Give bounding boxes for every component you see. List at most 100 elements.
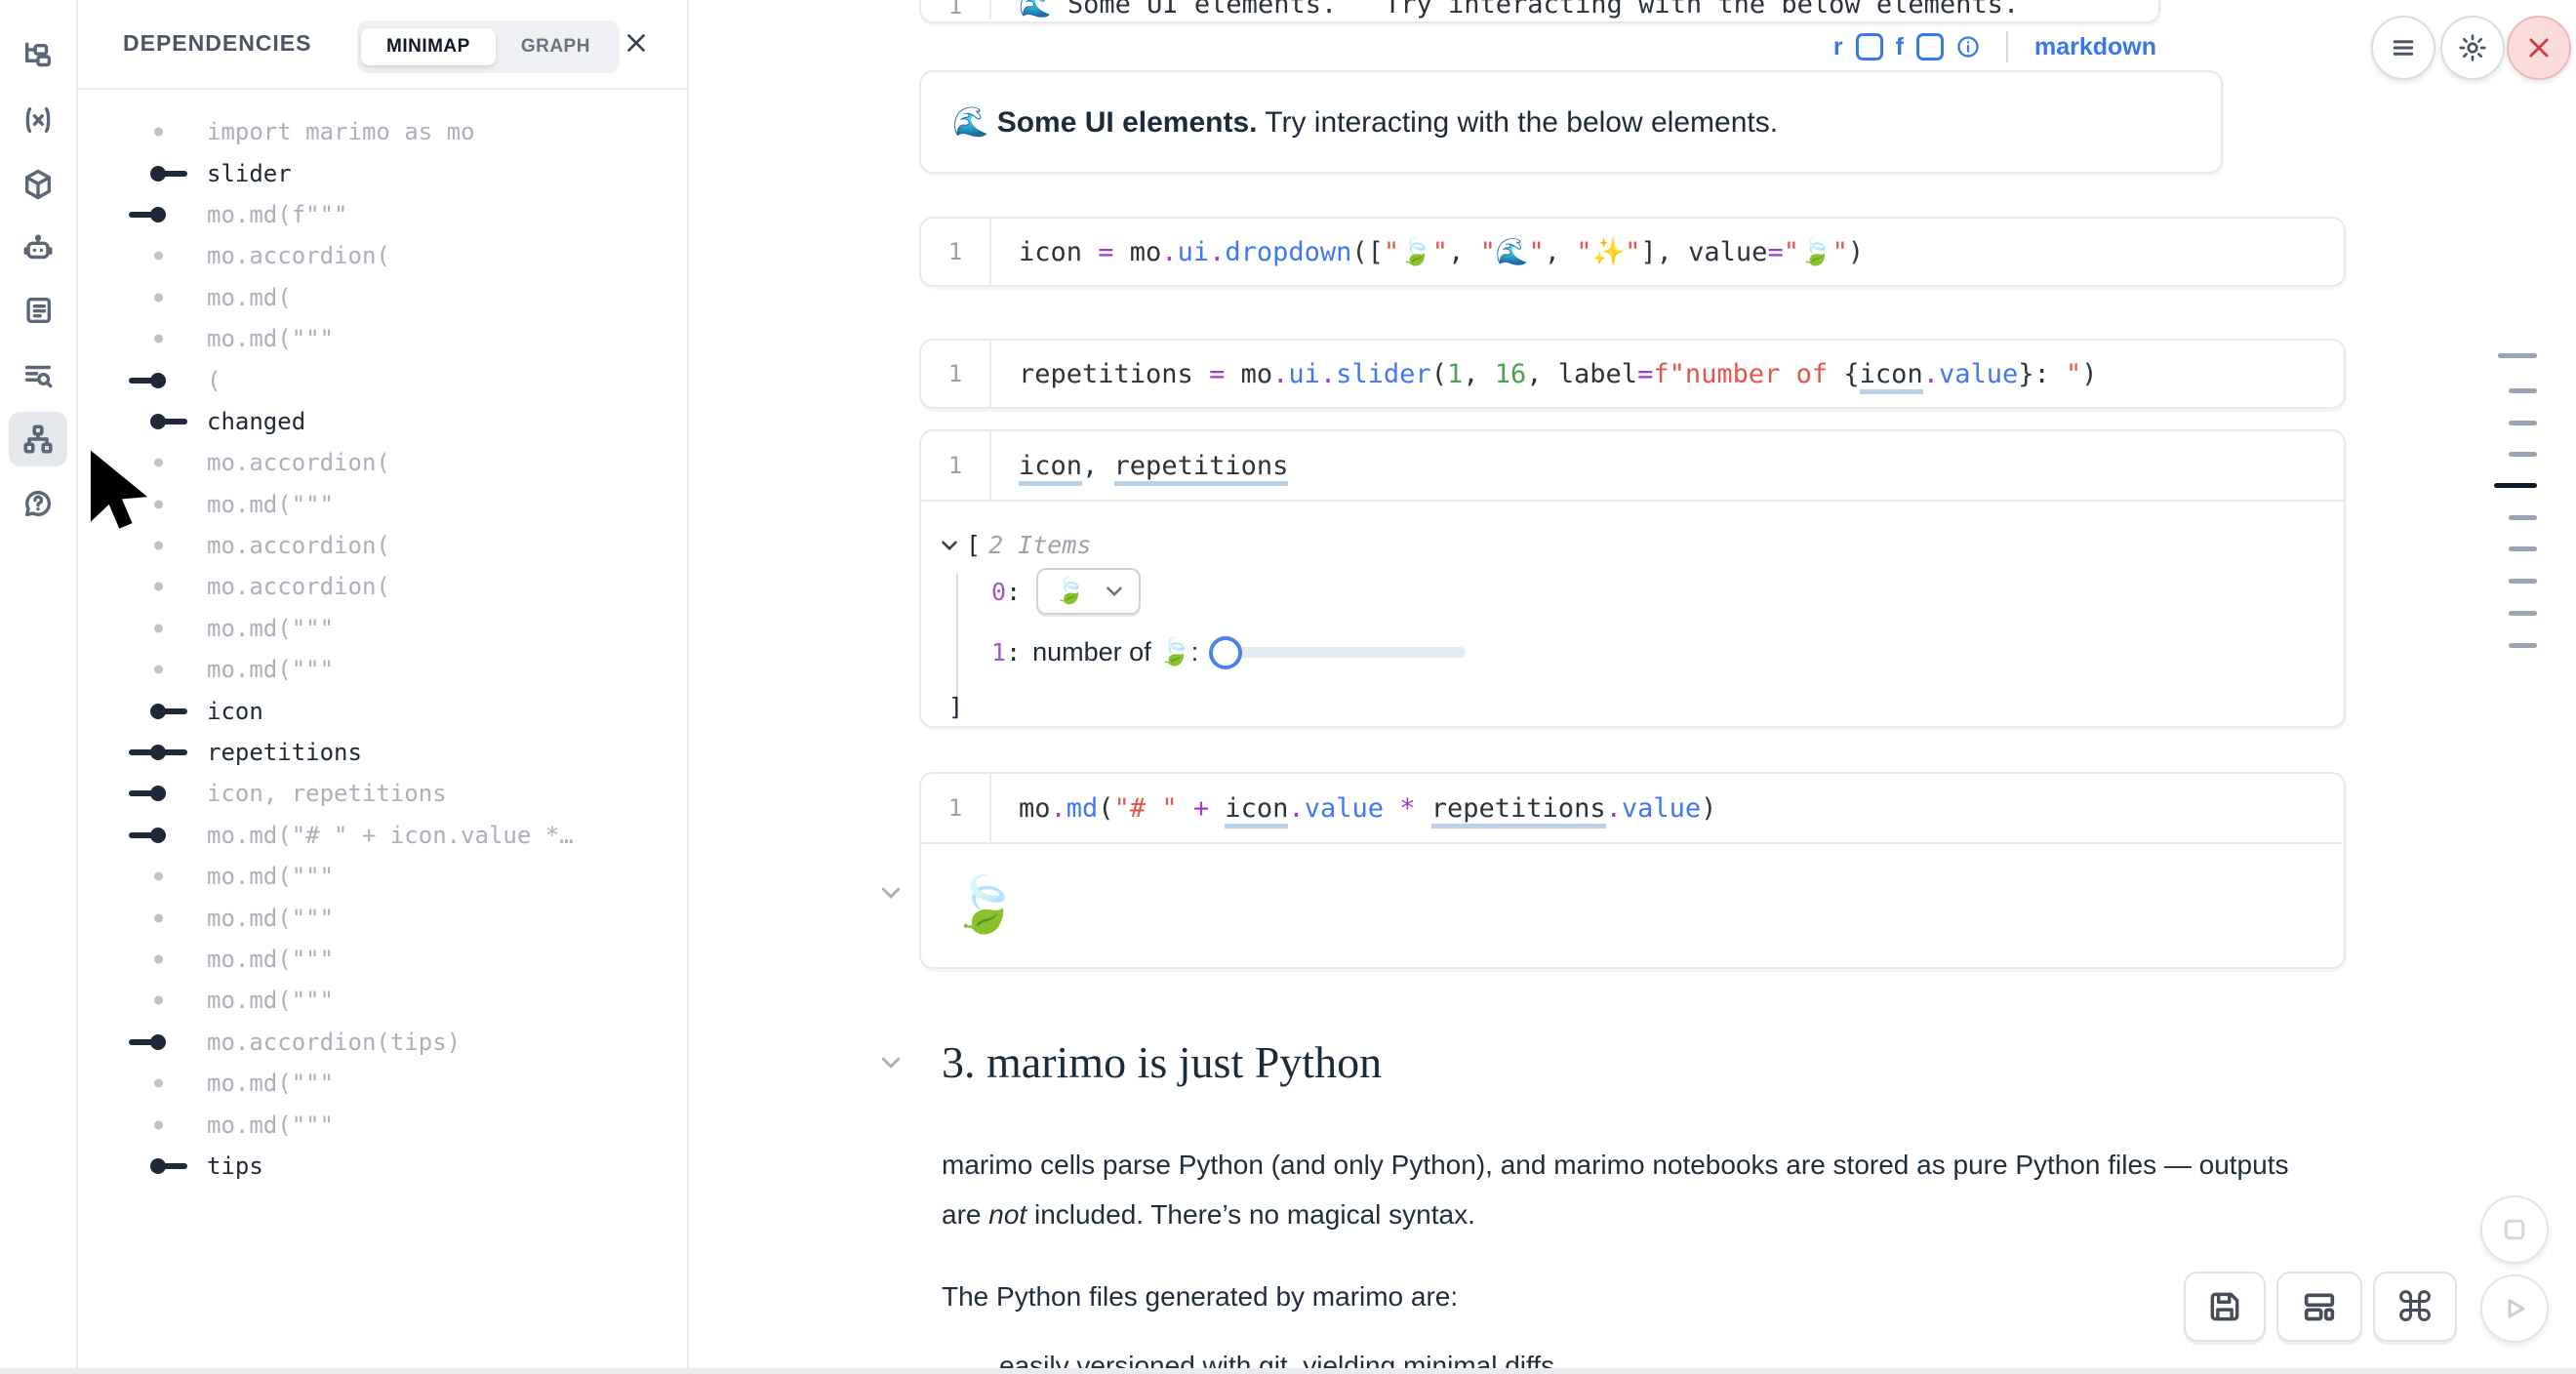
minimap-item[interactable]: mo.md(""" bbox=[76, 608, 687, 649]
save-icon bbox=[2206, 1288, 2243, 1325]
cell-md-h1[interactable]: 1 mo.md("# " + icon.value * repetitions.… bbox=[919, 772, 2346, 969]
minimap-item[interactable]: mo.md(""" bbox=[76, 856, 687, 897]
fstring-checkbox[interactable] bbox=[1916, 33, 1944, 61]
dot-glyph-icon bbox=[123, 111, 207, 152]
code-line[interactable]: icon, repetitions bbox=[991, 451, 1288, 481]
minimap-cell-mark[interactable] bbox=[2509, 452, 2537, 457]
minimap-item-label: mo.md(""" bbox=[207, 491, 334, 518]
variables-icon[interactable] bbox=[9, 93, 67, 147]
reactive-checkbox[interactable] bbox=[1856, 33, 1883, 61]
language-toggle[interactable]: markdown bbox=[2034, 33, 2156, 61]
minimap-item[interactable]: tips bbox=[76, 1146, 687, 1187]
save-button[interactable] bbox=[2184, 1272, 2266, 1342]
layout-icon bbox=[2300, 1287, 2339, 1326]
tab-minimap[interactable]: MINIMAP bbox=[361, 28, 496, 65]
code-line[interactable]: mo.md("# " + icon.value * repetitions.va… bbox=[991, 793, 1716, 824]
chevron-down-icon bbox=[1106, 586, 1123, 597]
run-button[interactable] bbox=[2480, 1274, 2549, 1343]
minimap-item[interactable]: import marimo as mo bbox=[76, 111, 687, 152]
minimap-item[interactable]: mo.md(""" bbox=[76, 1104, 687, 1145]
minimap-item[interactable]: mo.accordion(tips) bbox=[76, 1022, 687, 1063]
shutdown-button[interactable] bbox=[2507, 16, 2571, 80]
bracket-open: [ bbox=[966, 531, 981, 559]
scroll-minimap[interactable] bbox=[2488, 342, 2547, 664]
cell-icon-dropdown[interactable]: 1 icon = mo.ui.dropdown(["🍃", "🌊", "✨"],… bbox=[919, 217, 2346, 287]
menu-icon bbox=[2389, 33, 2418, 62]
reactive-label: r bbox=[1833, 33, 1843, 61]
file-tree-icon[interactable] bbox=[9, 29, 67, 84]
cell-repetitions-slider[interactable]: 1 repetitions = mo.ui.slider(1, 16, labe… bbox=[919, 339, 2346, 409]
dependencies-panel: DEPENDENCIES MINIMAP GRAPH import marimo… bbox=[76, 0, 689, 1368]
minimap-cell-mark[interactable] bbox=[2509, 611, 2537, 616]
tab-graph[interactable]: GRAPH bbox=[496, 28, 616, 65]
snippets-search-icon[interactable] bbox=[9, 348, 67, 403]
minimap-cell-mark[interactable] bbox=[2509, 421, 2537, 425]
minimap-item[interactable]: mo.accordion( bbox=[76, 566, 687, 607]
cell-tuple[interactable]: 1 icon, repetitions [ 2 Items 0: 🍃 1: nu… bbox=[919, 429, 2346, 728]
notebook-menu-button[interactable] bbox=[2371, 16, 2435, 80]
code-line[interactable]: icon = mo.ui.dropdown(["🍃", "🌊", "✨"], v… bbox=[991, 236, 1864, 267]
minimap-cell-mark[interactable] bbox=[2509, 546, 2537, 551]
paragraph: The Python files generated by marimo are… bbox=[942, 1272, 2298, 1321]
interrupt-button[interactable] bbox=[2480, 1195, 2549, 1264]
code-line[interactable]: repetitions = mo.ui.slider(1, 16, label=… bbox=[991, 359, 2098, 389]
minimap-item[interactable]: changed bbox=[76, 401, 687, 442]
minimap-cell-mark[interactable] bbox=[2509, 515, 2537, 520]
minimap-item[interactable]: mo.md(f""" bbox=[76, 194, 687, 235]
section-collapse-chevron[interactable] bbox=[880, 1056, 902, 1074]
defref-glyph-icon bbox=[123, 732, 207, 773]
code-line[interactable]: 🌊 Some UI elements. Try interacting with… bbox=[991, 0, 2019, 20]
help-icon[interactable] bbox=[9, 476, 67, 531]
slider-thumb[interactable] bbox=[1209, 636, 1242, 669]
minimap-cell-mark[interactable] bbox=[2494, 483, 2537, 488]
minimap-item[interactable]: icon, repetitions bbox=[76, 773, 687, 814]
wave-emoji: 🌊 bbox=[952, 106, 997, 139]
packages-icon[interactable] bbox=[9, 157, 67, 212]
tree-index: 0: bbox=[991, 578, 1021, 606]
minimap-item-label: repetitions bbox=[207, 739, 362, 766]
left-icon-rail bbox=[0, 0, 78, 1368]
minimap-item[interactable]: mo.md(""" bbox=[76, 649, 687, 690]
minimap-cell-mark[interactable] bbox=[2509, 388, 2537, 393]
dot-glyph-icon bbox=[123, 277, 207, 318]
def-glyph-icon bbox=[123, 152, 207, 193]
cell-md-intro-editor[interactable]: 1 🌊 Some UI elements. Try interacting wi… bbox=[919, 0, 2160, 23]
h1-leaf-output: 🍃 bbox=[921, 844, 2344, 965]
dot-glyph-icon bbox=[123, 566, 207, 607]
minimap-item-label: icon, repetitions bbox=[207, 780, 447, 807]
minimap-item[interactable]: mo.md( bbox=[76, 277, 687, 318]
minimap-item[interactable]: mo.md(""" bbox=[76, 897, 687, 938]
line-number: 1 bbox=[921, 341, 991, 407]
tree-collapse-icon[interactable] bbox=[941, 540, 958, 551]
minimap-item[interactable]: mo.md(""" bbox=[76, 980, 687, 1021]
minimap-cell-mark[interactable] bbox=[2498, 353, 2537, 358]
cell-toolbar: r f markdown bbox=[919, 29, 2156, 64]
output-collapse-chevron[interactable] bbox=[880, 886, 902, 905]
minimap-cell-mark[interactable] bbox=[2509, 643, 2537, 648]
info-icon[interactable] bbox=[1956, 35, 1980, 59]
tree-index: 1: bbox=[991, 638, 1021, 667]
minimap-item[interactable]: slider bbox=[76, 152, 687, 193]
minimap-item[interactable]: repetitions bbox=[76, 732, 687, 773]
def-glyph-icon bbox=[123, 1146, 207, 1187]
settings-button[interactable] bbox=[2440, 16, 2505, 80]
dependencies-icon[interactable] bbox=[9, 412, 67, 466]
minimap-item[interactable]: mo.md(""" bbox=[76, 318, 687, 359]
minimap-item[interactable]: mo.md(""" bbox=[76, 1063, 687, 1104]
minimap-item[interactable]: mo.md(""" bbox=[76, 939, 687, 980]
ai-assistant-icon[interactable] bbox=[9, 222, 67, 276]
minimap-item[interactable]: mo.accordion( bbox=[76, 235, 687, 276]
minimap-item[interactable]: mo.md("# " + icon.value *… bbox=[76, 815, 687, 856]
minimap-item-label: tips bbox=[207, 1152, 263, 1180]
minimap-item-label: mo.md(""" bbox=[207, 1111, 334, 1139]
slider-track[interactable] bbox=[1224, 647, 1466, 658]
minimap-item[interactable]: ( bbox=[76, 359, 687, 400]
icon-dropdown-select[interactable]: 🍃 bbox=[1036, 568, 1140, 615]
close-panel-button[interactable] bbox=[615, 21, 658, 64]
minimap-item[interactable]: icon bbox=[76, 690, 687, 731]
logs-icon[interactable] bbox=[9, 283, 67, 338]
minimap-item-label: mo.accordion( bbox=[207, 242, 390, 269]
layout-select-button[interactable] bbox=[2276, 1272, 2362, 1342]
keyboard-shortcuts-button[interactable]: ⌘ bbox=[2373, 1272, 2457, 1342]
minimap-cell-mark[interactable] bbox=[2509, 579, 2537, 584]
